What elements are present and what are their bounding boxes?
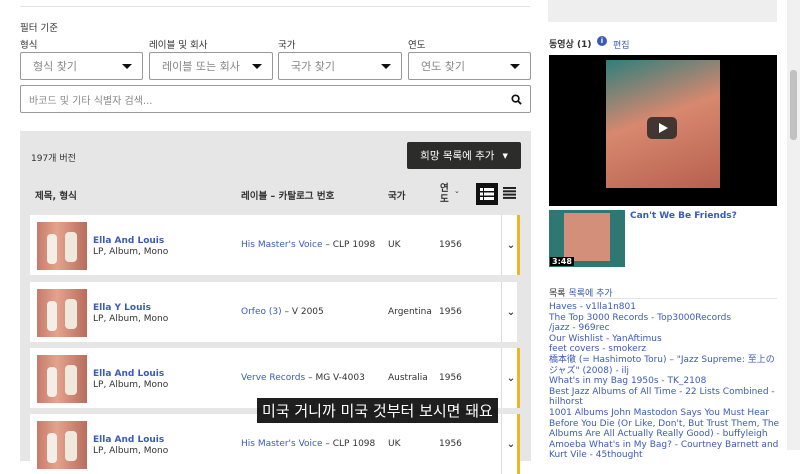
release-format: LP, Album, Mono <box>93 380 169 390</box>
country-placeholder: 국가 찾기 <box>291 60 335 73</box>
release-title-link[interactable]: Ella And Louis <box>93 369 164 379</box>
year-select[interactable]: 연도 찾기 <box>408 52 531 80</box>
col-title[interactable]: 제목, 형식 <box>35 188 77 202</box>
table-row: Ella Y Louis LP, Album, Mono Orfeo (3) –… <box>30 282 520 342</box>
videos-edit-link[interactable]: 편집 <box>613 38 630 51</box>
expand-chevron-icon[interactable]: ⌄ <box>501 215 520 275</box>
versions-count: 197개 버전 <box>31 154 76 164</box>
list-compact-icon <box>503 187 516 199</box>
release-title-link[interactable]: Ella Y Louis <box>93 303 151 313</box>
video-duration: 3:48 <box>550 257 574 266</box>
caret-down-icon <box>381 63 391 69</box>
list-item[interactable]: /jazz - 969rec <box>549 323 781 334</box>
divider <box>20 6 530 7</box>
label-link[interactable]: Verve Records <box>241 373 305 383</box>
release-title-link[interactable]: Ella And Louis <box>93 236 164 246</box>
caret-down-icon: ▼ <box>502 151 508 160</box>
country-label: 국가 <box>278 40 296 51</box>
scrollbar-thumb[interactable] <box>790 70 797 140</box>
search-placeholder: 바코드 및 기타 식별자 검색... <box>29 95 153 107</box>
format-select[interactable]: 형식 찾기 <box>20 52 143 80</box>
caret-down-icon <box>122 63 132 69</box>
table-row: Ella And Louis LP, Album, Mono His Maste… <box>30 215 520 275</box>
label-link[interactable]: His Master's Voice <box>241 240 323 250</box>
release-year: 1956 <box>439 439 462 449</box>
release-year: 1956 <box>439 307 462 317</box>
label-placeholder: 레이블 또는 회사 <box>162 60 240 73</box>
catalog-number: – V 2005 <box>281 307 324 317</box>
release-country: Argentina <box>388 307 432 317</box>
release-year: 1956 <box>439 373 462 383</box>
album-cover[interactable] <box>37 289 87 337</box>
video-thumbnail[interactable]: 3:48 <box>549 210 625 267</box>
caret-down-icon <box>510 63 520 69</box>
country-select[interactable]: 국가 찾기 <box>278 52 402 80</box>
year-placeholder: 연도 찾기 <box>421 60 465 73</box>
label-label: 레이블 및 회사 <box>149 40 208 51</box>
list-item[interactable]: The Top 3000 Records - Top3000Records <box>549 313 781 324</box>
label-link[interactable]: Orfeo (3) <box>241 307 282 317</box>
video-title-link[interactable]: Can't We Be Friends? <box>630 211 737 221</box>
catalog-number: – CLP 1098 <box>322 439 376 449</box>
list-detail-icon <box>480 188 494 200</box>
caret-down-icon <box>252 63 262 69</box>
sidebar-box <box>548 0 777 22</box>
col-year[interactable]: 연도 <box>440 183 452 205</box>
expand-chevron-icon[interactable]: ⌄ <box>501 348 520 408</box>
album-cover[interactable] <box>37 355 87 403</box>
expand-chevron-icon[interactable]: ⌄ <box>501 282 520 342</box>
list-item[interactable]: feet covers - smokerz <box>549 344 781 355</box>
year-label: 연도 <box>408 40 426 51</box>
video-player[interactable] <box>549 55 777 206</box>
format-placeholder: 형식 찾기 <box>33 60 77 73</box>
release-year: 1956 <box>439 240 462 250</box>
release-country: UK <box>388 240 401 250</box>
video-thumb-image <box>564 213 610 261</box>
sort-icon: ⌄ <box>454 187 460 195</box>
col-country[interactable]: 국가 <box>388 188 405 202</box>
release-format: LP, Album, Mono <box>93 314 169 324</box>
release-title-link[interactable]: Ella And Louis <box>93 435 164 445</box>
identifier-search-input[interactable]: 바코드 및 기타 식별자 검색... <box>20 85 531 113</box>
list-item[interactable]: Best Jazz Albums of All Time - 22 Lists … <box>549 387 781 408</box>
video-subtitle-caption: 미국 거니까 미국 것부터 보시면 돼요 <box>257 398 498 423</box>
info-icon[interactable]: i <box>597 36 607 46</box>
release-country: Australia <box>388 373 428 383</box>
list-item[interactable]: 橋本徹 (= Hashimoto Toru) – "Jazz Supreme: … <box>549 355 781 376</box>
table-row: Ella And Louis LP, Album, Mono His Maste… <box>30 414 520 474</box>
lists-list: Haves - v1lla1n801 The Top 3000 Records … <box>549 302 781 461</box>
label-link[interactable]: His Master's Voice <box>241 439 323 449</box>
list-item[interactable]: Amoeba What's in My Bag? - Courtney Barn… <box>549 440 781 461</box>
list-item[interactable]: 1001 Albums John Mastodon Says You Must … <box>549 408 781 440</box>
release-format: LP, Album, Mono <box>93 247 169 257</box>
compact-view-button[interactable] <box>503 187 516 202</box>
divider <box>549 298 777 299</box>
add-to-wantlist-button[interactable]: 희망 목록에 추가 ▼ <box>407 142 521 169</box>
play-icon[interactable] <box>647 117 677 139</box>
release-format: LP, Album, Mono <box>93 446 169 456</box>
album-cover[interactable] <box>37 222 87 270</box>
format-label: 형식 <box>20 40 38 51</box>
album-cover[interactable] <box>37 421 87 469</box>
catalog-number: – MG V-4003 <box>305 373 365 383</box>
search-icon[interactable] <box>511 93 522 105</box>
col-label[interactable]: 레이블 – 카탈로그 번호 <box>241 188 334 202</box>
detail-view-button[interactable] <box>476 183 498 205</box>
list-item[interactable]: Our Wishlist - YanAftimus <box>549 334 781 345</box>
expand-chevron-icon[interactable]: ⌄ <box>501 414 520 474</box>
scrollbar[interactable] <box>787 0 800 450</box>
filter-heading: 필터 기준 <box>20 23 58 34</box>
add-button-label: 희망 목록에 추가 <box>420 150 495 162</box>
release-country: UK <box>388 439 401 449</box>
list-item[interactable]: What's in my Bag 1950s - TK_2108 <box>549 376 781 387</box>
videos-heading: 동영상 (1) <box>549 40 592 50</box>
list-item[interactable]: Haves - v1lla1n801 <box>549 302 781 313</box>
catalog-number: – CLP 1098 <box>322 240 376 250</box>
label-select[interactable]: 레이블 또는 회사 <box>149 52 273 80</box>
